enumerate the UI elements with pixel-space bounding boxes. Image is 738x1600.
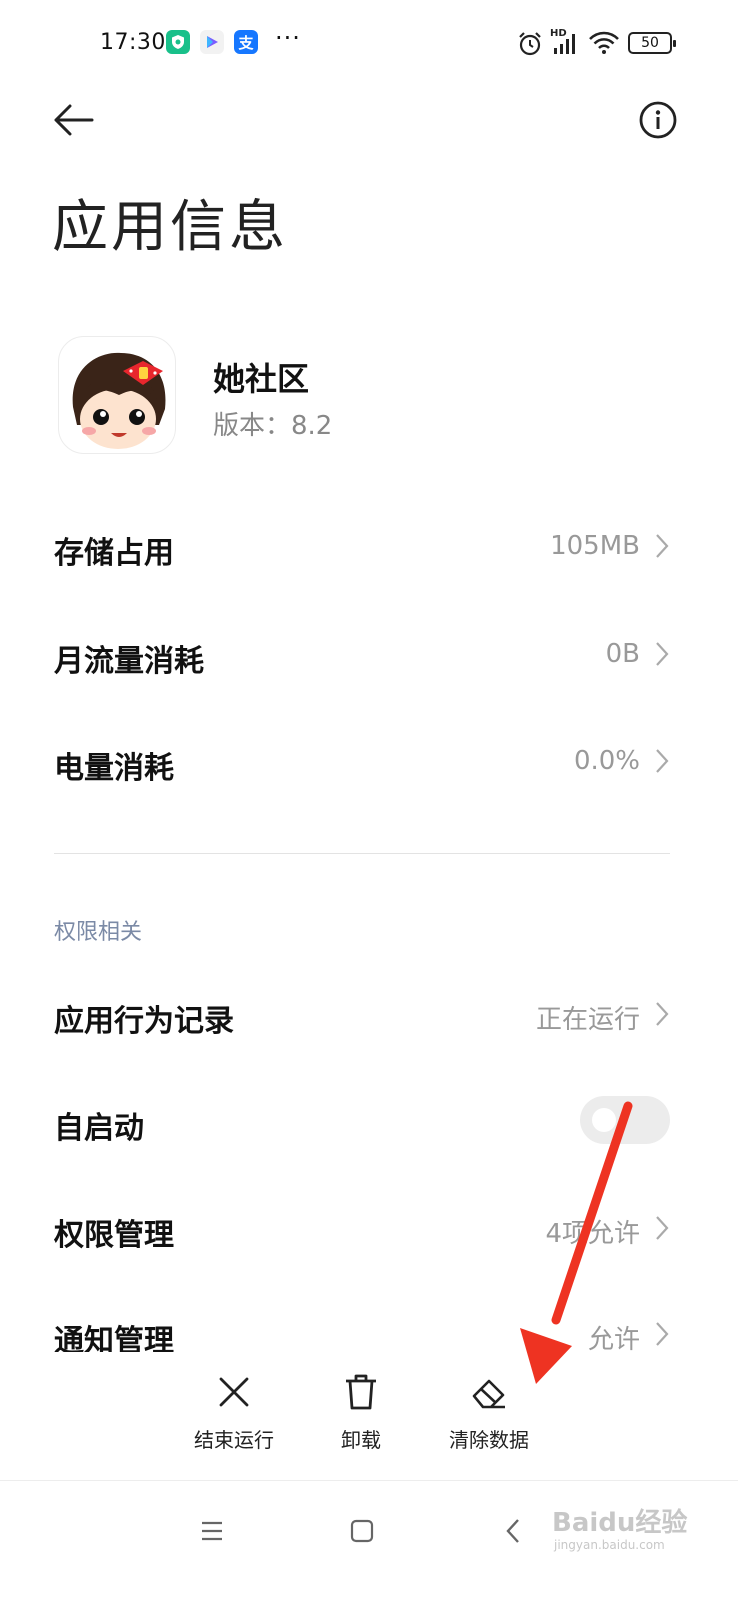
action-label: 清除数据 — [449, 1428, 529, 1452]
row-label: 存储占用 — [54, 536, 174, 571]
row-value: 0B — [605, 639, 640, 669]
uninstall-button[interactable]: 卸载 — [320, 1372, 402, 1472]
row-label: 电量消耗 — [54, 751, 174, 786]
app-version: 版本：8.2 — [213, 411, 333, 441]
row-data-usage[interactable]: 月流量消耗 0B — [54, 624, 672, 684]
chevron-right-icon — [656, 749, 669, 773]
app-icon — [58, 336, 176, 454]
play-store-icon — [200, 30, 224, 54]
row-label: 月流量消耗 — [54, 644, 204, 679]
baidu-watermark: Baidu经验 jingyan.baidu.com — [552, 1498, 732, 1558]
row-label: 自启动 — [54, 1111, 144, 1146]
menu-icon[interactable] — [192, 1511, 232, 1551]
trash-icon — [346, 1374, 376, 1410]
wifi-icon — [589, 31, 619, 54]
action-label: 结束运行 — [194, 1428, 274, 1452]
status-bar: 17:30 支 ··· HD 50 — [0, 0, 738, 86]
row-app-behavior[interactable]: 应用行为记录 正在运行 — [54, 984, 672, 1044]
chevron-right-icon — [656, 534, 669, 558]
more-notifications-icon: ··· — [275, 24, 301, 52]
info-icon — [639, 101, 677, 139]
status-time: 17:30 — [100, 30, 166, 55]
security-icon — [166, 30, 190, 54]
battery-indicator: 50 — [628, 32, 676, 54]
chevron-right-icon — [656, 642, 669, 666]
row-value: 105MB — [550, 531, 640, 561]
eraser-icon — [472, 1379, 505, 1409]
row-label: 权限管理 — [54, 1218, 174, 1253]
home-icon[interactable] — [342, 1511, 382, 1551]
row-value: 正在运行 — [535, 1005, 640, 1035]
section-divider — [54, 853, 670, 854]
row-permissions[interactable]: 权限管理 4项允许 — [54, 1198, 672, 1258]
row-label: 应用行为记录 — [54, 1004, 234, 1039]
back-button[interactable] — [50, 98, 98, 142]
row-value: 0.0% — [573, 746, 640, 776]
chevron-right-icon — [656, 1216, 669, 1240]
section-title: 权限相关 — [54, 920, 143, 945]
clear-data-button[interactable]: 清除数据 — [438, 1372, 540, 1472]
action-bar: 结束运行 卸载 清除数据 — [0, 1352, 738, 1480]
close-icon — [219, 1377, 249, 1407]
chevron-right-icon — [656, 1002, 669, 1026]
watermark-text: Baidu经验 — [552, 1508, 688, 1538]
page-title: 应用信息 — [52, 195, 288, 260]
row-battery-usage[interactable]: 电量消耗 0.0% — [54, 731, 672, 791]
app-logo-icon — [72, 352, 166, 449]
alarm-icon — [519, 32, 541, 56]
signal-icon — [554, 34, 575, 54]
toggle-knob — [592, 1108, 616, 1132]
autostart-toggle[interactable] — [580, 1096, 670, 1144]
chevron-right-icon — [656, 1322, 669, 1346]
force-stop-button[interactable]: 结束运行 — [183, 1372, 285, 1472]
row-value: 允许 — [587, 1325, 640, 1355]
row-storage[interactable]: 存储占用 105MB — [54, 516, 672, 576]
row-value: 4项允许 — [545, 1219, 640, 1249]
back-icon[interactable] — [494, 1511, 534, 1551]
info-button[interactable] — [638, 100, 678, 140]
watermark-sub: jingyan.baidu.com — [554, 1538, 665, 1552]
arrow-left-icon — [54, 104, 94, 136]
app-name: 她社区 — [213, 360, 310, 398]
alipay-icon: 支 — [234, 30, 258, 54]
action-label: 卸载 — [341, 1428, 381, 1452]
